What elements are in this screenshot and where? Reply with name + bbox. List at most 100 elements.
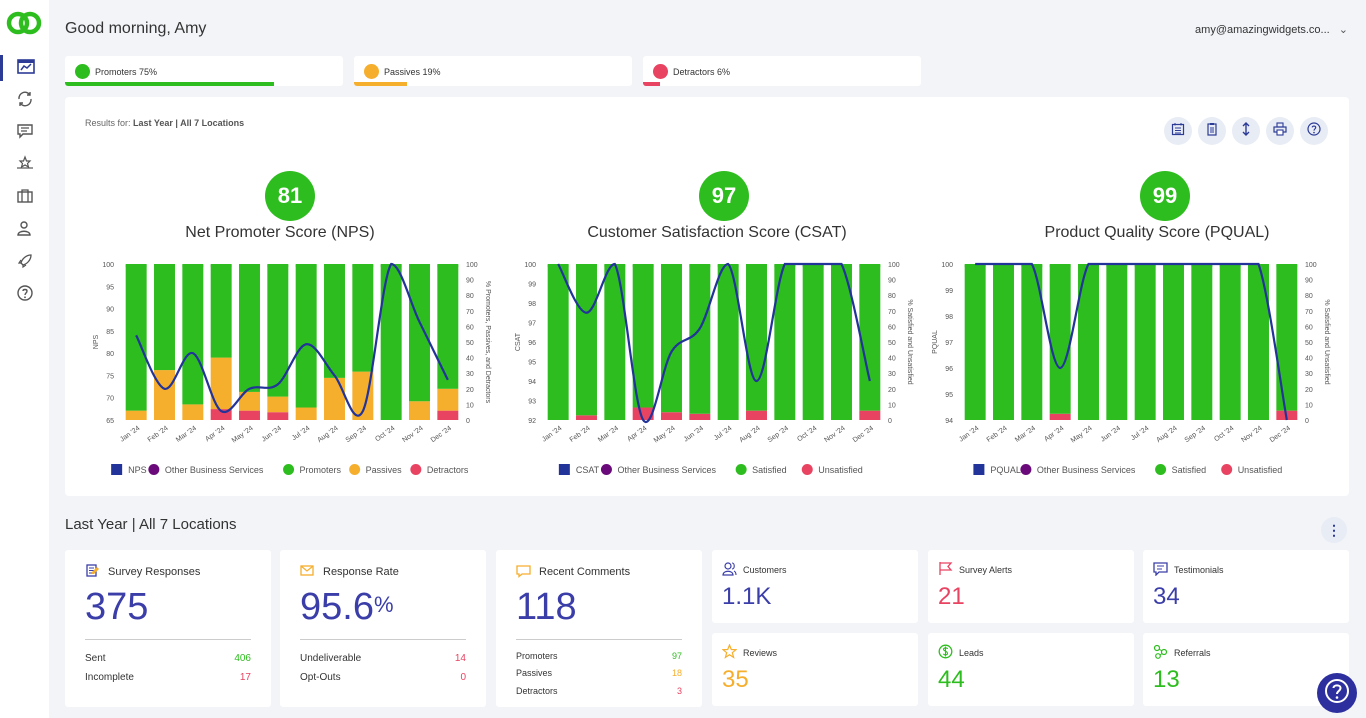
y-tick-label: 95	[106, 284, 114, 291]
bar-segment	[295, 407, 317, 420]
legend-swatch	[1155, 464, 1167, 475]
bar-cap	[352, 264, 374, 268]
comments-row-passives: Passives 18	[516, 668, 682, 678]
x-tick-label: Jul '24	[713, 425, 733, 442]
response-value: 95.6%	[300, 586, 394, 629]
customers-icon	[722, 561, 737, 578]
survey-row-sent: Sent 406	[85, 653, 251, 664]
row-label: Undeliverable	[300, 653, 362, 664]
kpi-leads[interactable]: Leads 44	[928, 633, 1134, 706]
print-button[interactable]	[1266, 117, 1294, 145]
bar-cap	[661, 264, 682, 268]
row-label: Sent	[85, 653, 106, 664]
y-tick-label: 99	[528, 282, 536, 289]
y2-tick-label: 0	[888, 418, 892, 425]
y2-tick-label: 0	[466, 418, 470, 425]
sidebar-item-users[interactable]	[0, 217, 49, 243]
bar-segment	[993, 264, 1014, 420]
row-value: 3	[676, 686, 682, 696]
kpi-reviews[interactable]: Reviews 35	[712, 633, 918, 706]
legend-swatch	[111, 464, 123, 475]
envelope-icon	[300, 563, 315, 581]
kpi-value: 21	[938, 583, 965, 610]
survey-icon	[85, 563, 100, 581]
sidebar	[0, 0, 49, 718]
nps-chart: 81 Net Promoter Score (NPS) 100 95 90 85 80 75 7…	[80, 167, 500, 487]
bar-segment	[324, 377, 345, 420]
legend-swatch	[600, 464, 612, 475]
x-tick-label: Feb '24	[569, 425, 592, 444]
x-tick-label: Sep '24	[1184, 425, 1207, 444]
user-email: amy@amazingwidgets.co...	[1195, 24, 1330, 36]
kpi-customers[interactable]: Customers 1.1K	[712, 550, 918, 623]
survey-responses-card[interactable]: Survey Responses 375 Sent 406 Incomplete 1…	[65, 550, 271, 707]
response-title: Response Rate	[323, 566, 399, 578]
bar-segment	[1219, 264, 1241, 420]
help-chat-button[interactable]	[1317, 673, 1357, 713]
sidebar-item-rocket[interactable]	[0, 250, 49, 276]
bar-segment	[295, 264, 317, 408]
sidebar-item-stars[interactable]	[0, 152, 49, 178]
bar-segment	[1134, 264, 1156, 420]
kpi-value: 13	[1153, 666, 1180, 693]
x-tick-label: Jul '24	[1130, 425, 1150, 442]
x-tick-label: Aug '24	[316, 425, 339, 444]
bar-segment	[267, 264, 289, 397]
kpi-testimonials[interactable]: Testimonials 34	[1143, 550, 1349, 623]
logo[interactable]	[6, 9, 42, 42]
legend-swatch	[735, 464, 747, 475]
bar-segment	[604, 264, 626, 420]
response-rate-card[interactable]: Response Rate 95.6% Undeliverable 14 Opt-…	[280, 550, 486, 707]
help-button[interactable]	[1300, 117, 1328, 145]
sad-face-icon	[653, 64, 668, 79]
legend-label: CSAT	[576, 465, 600, 475]
recent-comments-card[interactable]: Recent Comments 118 Promoters 97 Passives…	[496, 550, 702, 707]
sidebar-item-comments[interactable]	[0, 120, 49, 146]
bar-cap	[1049, 264, 1071, 268]
user-menu[interactable]: amy@amazingwidgets.co... ⌄	[1195, 23, 1348, 36]
x-tick-label: Mar '24	[1014, 425, 1037, 444]
sidebar-item-sync[interactable]	[0, 88, 49, 114]
neutral-face-icon	[364, 64, 379, 79]
y-tick-label: 100	[941, 262, 953, 269]
divider	[85, 639, 251, 640]
kpi-survey-alerts[interactable]: Survey Alerts 21	[928, 550, 1134, 623]
y-tick-label: 70	[106, 396, 114, 403]
x-tick-label: Sep '24	[345, 425, 368, 444]
x-tick-label: Feb '24	[147, 425, 170, 444]
calendar-icon	[1171, 122, 1185, 141]
chart-svg: 100959085807570651009080706050403020100N…	[93, 262, 491, 475]
row-value: 17	[239, 672, 251, 683]
bar-segment	[689, 264, 711, 414]
y-tick-label: 96	[528, 340, 536, 347]
y2-tick-label: 40	[466, 356, 474, 363]
sidebar-item-help[interactable]	[0, 282, 49, 308]
y2-tick-label: 30	[1305, 371, 1313, 378]
chart-panel: Results for: Last Year | All 7 Locations…	[65, 97, 1349, 496]
more-options-button[interactable]: ⋮	[1321, 517, 1347, 543]
clipboard-button[interactable]	[1198, 117, 1226, 145]
bar-cap	[182, 264, 204, 268]
sidebar-item-briefcase[interactable]	[0, 185, 49, 211]
y2-tick-label: 70	[466, 309, 474, 316]
y-tick-label: 75	[106, 373, 114, 380]
legend-swatch	[558, 464, 570, 475]
y-tick-label: 97	[945, 340, 953, 347]
rocket-icon	[16, 252, 34, 275]
y-tick-label: 65	[106, 418, 114, 425]
y-tick-label: 94	[945, 418, 953, 425]
bar-segment	[1106, 264, 1128, 420]
bar-cap	[746, 264, 767, 268]
results-prefix: Results for:	[85, 118, 131, 128]
bar-segment	[1049, 264, 1071, 414]
kpi-label: Leads	[959, 647, 984, 658]
bar-cap	[632, 264, 654, 268]
expand-button[interactable]	[1232, 117, 1260, 145]
sidebar-item-dashboard[interactable]	[0, 55, 49, 81]
legend-label: Passives	[366, 465, 403, 475]
promoters-label: Promoters 75%	[95, 67, 158, 77]
calendar-button[interactable]	[1164, 117, 1192, 145]
y2-tick-label: 20	[888, 387, 896, 394]
bar-segment	[267, 412, 289, 420]
section-title: Last Year | All 7 Locations	[65, 516, 237, 533]
